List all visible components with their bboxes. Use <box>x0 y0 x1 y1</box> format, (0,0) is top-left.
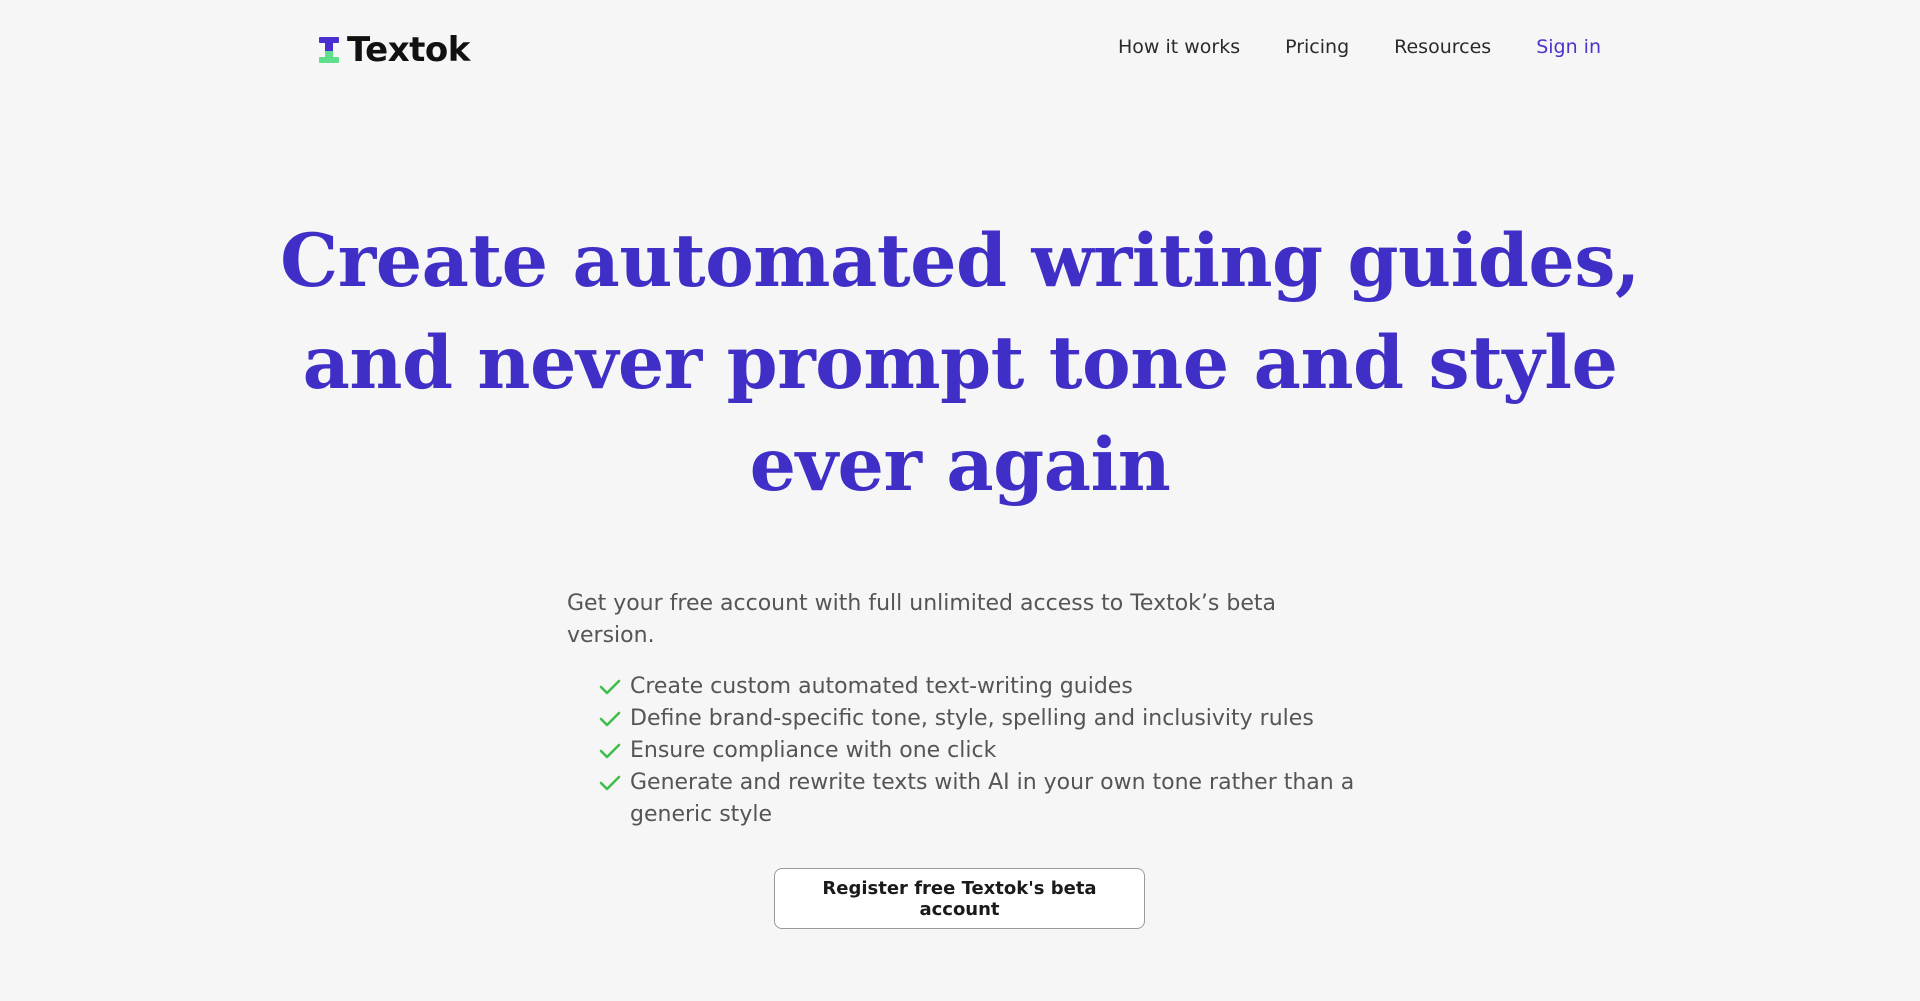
feature-item: Ensure compliance with one click <box>598 735 1378 767</box>
site-header: Textok How it works Pricing Resources Si… <box>0 0 1920 100</box>
feature-text: Create custom automated text-writing gui… <box>630 674 1133 699</box>
nav-resources[interactable]: Resources <box>1394 36 1491 58</box>
check-icon <box>598 671 622 703</box>
feature-item: Create custom automated text-writing gui… <box>598 671 1378 703</box>
feature-text: Define brand-specific tone, style, spell… <box>630 706 1314 731</box>
landing-page: Textok How it works Pricing Resources Si… <box>0 0 1920 1001</box>
hero-title: Create automated writing guides, and nev… <box>260 210 1660 516</box>
hero-intro: Get your free account with full unlimite… <box>567 591 1276 648</box>
hero-title-line: and never prompt tone and style <box>302 320 1618 406</box>
check-icon <box>598 735 622 767</box>
register-beta-button[interactable]: Register free Textok's beta account <box>774 868 1145 929</box>
logo-icon <box>319 33 339 67</box>
hero-title-line: Create automated writing guides, <box>280 218 1640 304</box>
check-icon <box>598 703 622 735</box>
feature-item: Define brand-specific tone, style, spell… <box>598 703 1378 735</box>
hero-title-line: ever again <box>749 422 1171 508</box>
feature-list: Create custom automated text-writing gui… <box>598 671 1378 831</box>
main-nav: How it works Pricing Resources Sign in <box>1118 36 1601 58</box>
feature-item: Generate and rewrite texts with AI in yo… <box>598 767 1378 831</box>
nav-how-it-works[interactable]: How it works <box>1118 36 1240 58</box>
nav-pricing[interactable]: Pricing <box>1285 36 1349 58</box>
check-icon <box>598 767 622 799</box>
feature-text: Generate and rewrite texts with AI in yo… <box>630 770 1355 827</box>
logo-wordmark: Textok <box>347 30 470 70</box>
logo-link[interactable]: Textok <box>319 30 470 70</box>
nav-sign-in[interactable]: Sign in <box>1536 36 1601 58</box>
feature-text: Ensure compliance with one click <box>630 738 997 763</box>
